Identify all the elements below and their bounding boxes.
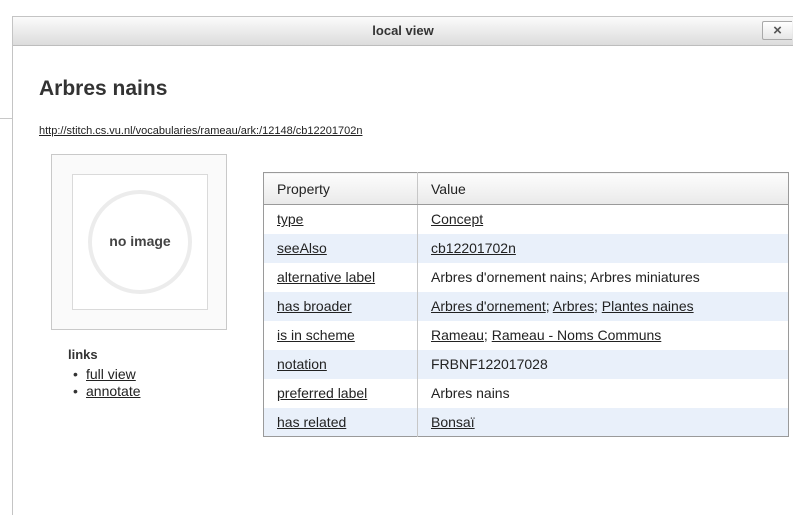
value-link[interactable]: Rameau [431,327,484,343]
table-row: is in scheme Rameau; Rameau - Noms Commun… [263,320,789,350]
property-cell: is in scheme [263,320,418,350]
links-item: full view [73,366,141,383]
property-link[interactable]: notation [277,356,327,372]
value-cell: Arbres nains [417,378,789,408]
value-link[interactable]: Concept [431,211,483,227]
links-list: full view annotate [73,366,141,400]
value-link[interactable]: Arbres [553,298,594,314]
value-text: FRBNF122017028 [431,356,548,372]
no-image-label: no image [109,233,171,249]
property-cell: preferred label [263,378,418,408]
property-link[interactable]: has broader [277,298,352,314]
column-header-value[interactable]: Value [417,172,789,205]
property-cell: alternative label [263,262,418,292]
value-link[interactable]: Arbres d'ornement [431,298,546,314]
property-link[interactable]: preferred label [277,385,367,401]
value-cell: Arbres d'ornement; Arbres; Plantes naine… [417,291,789,321]
dialog-titlebar[interactable]: local view × [13,17,793,46]
table-header-row: Property Value [263,172,789,205]
value-cell: Bonsaï [417,407,789,437]
column-header-property[interactable]: Property [263,172,418,205]
property-link[interactable]: type [277,211,303,227]
background-divider [0,118,12,119]
image-frame: no image [51,154,227,330]
property-link[interactable]: seeAlso [277,240,327,256]
close-button[interactable]: × [762,21,792,40]
no-image-placeholder: no image [72,174,208,310]
property-link[interactable]: has related [277,414,346,430]
property-cell: notation [263,349,418,379]
local-view-dialog: local view × Arbres nains http://stitch.… [12,16,793,515]
value-text: Arbres nains [431,385,510,401]
value-cell: cb12201702n [417,233,789,263]
value-link[interactable]: cb12201702n [431,240,516,256]
value-cell: FRBNF122017028 [417,349,789,379]
table-row: alternative label Arbres d'ornement nains… [263,262,789,292]
annotate-link[interactable]: annotate [86,383,141,399]
value-cell: Rameau; Rameau - Noms Communs [417,320,789,350]
value-cell: Arbres d'ornement nains; Arbres miniatur… [417,262,789,292]
property-cell: type [263,204,418,234]
full-view-link[interactable]: full view [86,366,136,382]
property-cell: seeAlso [263,233,418,263]
value-cell: Concept [417,204,789,234]
property-cell: has broader [263,291,418,321]
table-row: notation FRBNF122017028 [263,349,789,379]
resource-title: Arbres nains [39,77,168,100]
links-item: annotate [73,383,141,400]
table-row: preferred label Arbres nains [263,378,789,408]
property-cell: has related [263,407,418,437]
dialog-title: local view [372,23,434,38]
resource-uri-link[interactable]: http://stitch.cs.vu.nl/vocabularies/rame… [39,125,362,137]
table-row: type Concept [263,204,789,234]
links-heading: links [68,347,98,362]
property-link[interactable]: alternative label [277,269,375,285]
value-link[interactable]: Rameau - Noms Communs [492,327,662,343]
table-row: has related Bonsaï [263,407,789,437]
table-row: seeAlso cb12201702n [263,233,789,263]
value-link[interactable]: Plantes naines [602,298,694,314]
table-row: has broader Arbres d'ornement; Arbres; Pl… [263,291,789,321]
value-text: Arbres d'ornement nains; Arbres miniatur… [431,269,700,285]
property-table-body: type Concept seeAlso cb12201702n alternative… [263,204,789,437]
property-link[interactable]: is in scheme [277,327,355,343]
property-table: Property Value type Concept seeAlso cb12201… [263,172,789,437]
value-link[interactable]: Bonsaï [431,414,475,430]
